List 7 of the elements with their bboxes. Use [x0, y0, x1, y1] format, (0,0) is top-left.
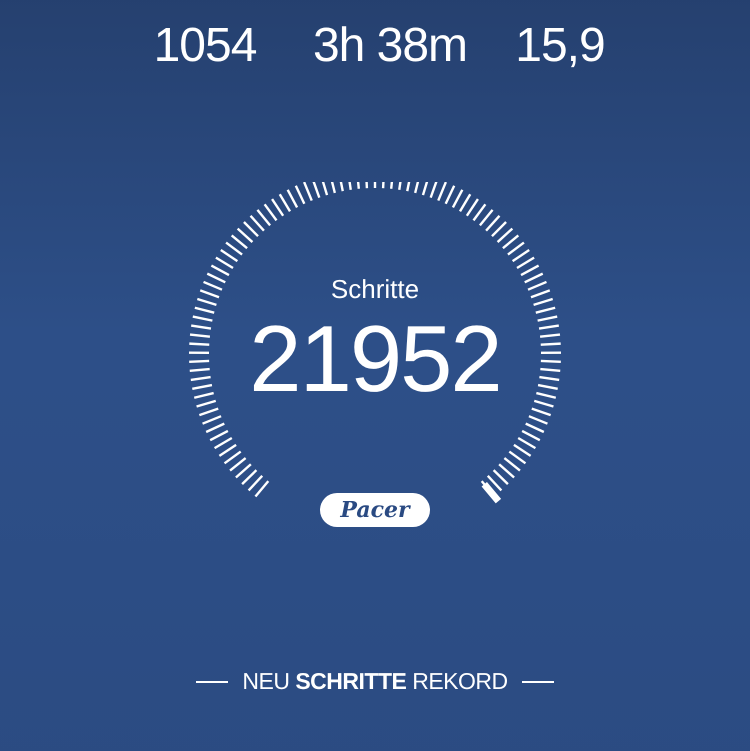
stat-value: 15,9: [514, 18, 606, 74]
pacer-logo: Pacer: [320, 493, 430, 527]
steps-label: Schritte: [330, 274, 420, 305]
stat-value: 3h 38m: [312, 18, 468, 74]
record-text: NEU SCHRITTE REKORD: [242, 668, 508, 695]
stat-value: 1054: [152, 18, 258, 74]
step-count: 21952: [249, 309, 501, 409]
